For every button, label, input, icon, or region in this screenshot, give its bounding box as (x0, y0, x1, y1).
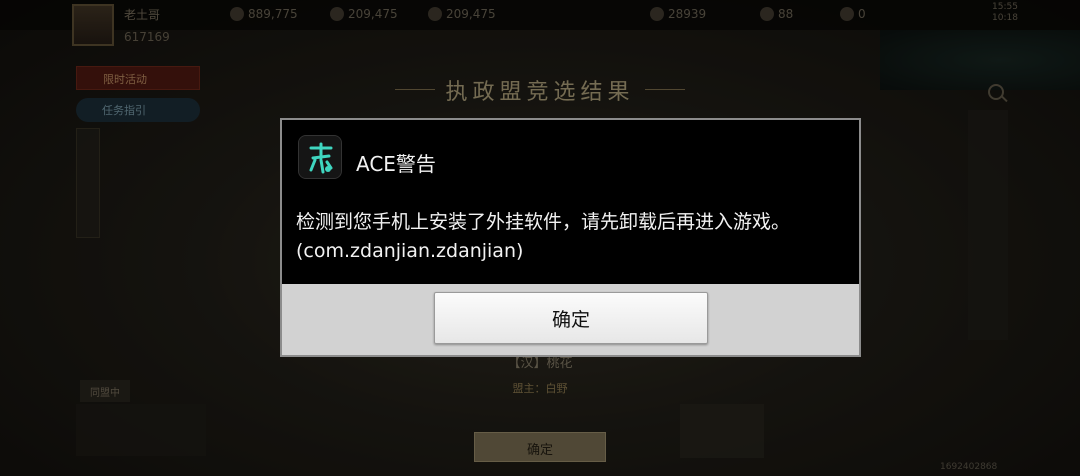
game-screen: 889,775 209,475 209,475 28939 88 0 15:55… (0, 0, 1080, 476)
ace-warning-dialog: ACE警告 检测到您手机上安装了外挂软件，请先卸载后再进入游戏。(com.zda… (280, 118, 861, 357)
dialog-message: 检测到您手机上安装了外挂软件，请先卸载后再进入游戏。(com.zdanjian.… (296, 211, 791, 262)
dialog-title: ACE警告 (356, 152, 436, 176)
ok-button[interactable]: 确定 (434, 292, 708, 344)
dialog-header: ACE警告 (282, 120, 859, 202)
ace-app-icon (298, 135, 342, 179)
dialog-footer: 确定 (282, 284, 859, 355)
